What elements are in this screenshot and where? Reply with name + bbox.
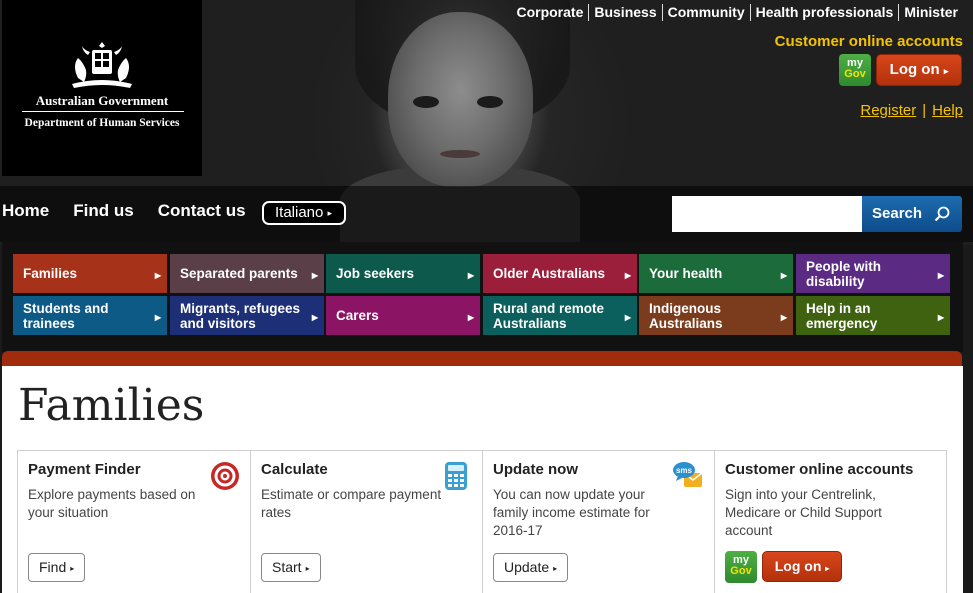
coat-of-arms-icon xyxy=(72,42,132,88)
help-link[interactable]: Help xyxy=(932,102,963,119)
chevron-right-icon: ▶ xyxy=(467,271,474,280)
chevron-right-icon: ▸ xyxy=(943,66,949,76)
card-text: Explore payments based on your situation xyxy=(28,487,196,520)
hero-photo-face xyxy=(388,12,533,187)
card-text: Sign into your Centrelink, Medicare or C… xyxy=(725,487,882,538)
chevron-right-icon: ▶ xyxy=(937,313,944,322)
card-customer-accounts: Customer online accounts Sign into your … xyxy=(714,451,946,593)
chevron-right-icon: ▶ xyxy=(154,313,161,322)
top-link-community[interactable]: Community xyxy=(661,4,750,21)
category-families[interactable]: Families ▶ xyxy=(13,254,167,293)
customer-accounts-title: Customer online accounts xyxy=(774,33,963,50)
svg-text:sms: sms xyxy=(676,466,693,475)
card-title: Payment Finder xyxy=(28,461,141,478)
chevron-right-icon: ▶ xyxy=(311,271,318,280)
card-title: Calculate xyxy=(261,461,328,478)
card-payment-finder: Payment Finder Explore payments based on… xyxy=(18,451,250,593)
language-button[interactable]: Italiano ▸ xyxy=(262,201,346,225)
card-update-now: Update now You can now update your famil… xyxy=(482,451,714,593)
chevron-right-icon: ▶ xyxy=(624,313,631,322)
header-logon-button[interactable]: Log on ▸ xyxy=(876,54,962,86)
calculator-icon xyxy=(445,462,467,490)
start-button[interactable]: Start ▸ xyxy=(261,553,321,582)
card-title: Customer online accounts xyxy=(725,461,914,478)
target-icon xyxy=(211,462,239,490)
category-indigenous-australians[interactable]: Indigenous Australians ▶ xyxy=(639,296,793,335)
search-icon xyxy=(934,206,950,222)
top-links: Corporate Business Community Health prof… xyxy=(511,4,963,21)
mygov-logo: my Gov xyxy=(725,551,757,583)
chevron-right-icon: ▶ xyxy=(937,271,944,280)
card-calculate: Calculate Estimate or compare payment ra… xyxy=(250,451,482,593)
category-students-and-trainees[interactable]: Students and trainees ▶ xyxy=(13,296,167,335)
top-link-health-professionals[interactable]: Health professionals xyxy=(749,4,899,21)
chevron-right-icon: ▶ xyxy=(780,271,787,280)
card-text: You can now update your family income es… xyxy=(493,487,650,538)
register-link[interactable]: Register xyxy=(860,102,916,119)
chevron-right-icon: ▶ xyxy=(311,313,318,322)
quick-links: Payment Finder Explore payments based on… xyxy=(17,450,947,593)
top-link-minister[interactable]: Minister xyxy=(898,4,963,21)
top-link-corporate[interactable]: Corporate xyxy=(511,4,588,21)
category-rural-and-remote-australians[interactable]: Rural and remote Australians ▶ xyxy=(483,296,637,335)
chevron-right-icon: ▸ xyxy=(305,564,310,573)
category-carers[interactable]: Carers ▶ xyxy=(326,296,480,335)
card-logon-button[interactable]: Log on ▸ xyxy=(762,551,842,582)
chevron-right-icon: ▸ xyxy=(70,564,75,573)
gov-name: Australian Government xyxy=(35,93,169,108)
nav-contact-us[interactable]: Contact us xyxy=(158,201,246,221)
update-button[interactable]: Update ▸ xyxy=(493,553,569,582)
category-your-health[interactable]: Your health ▶ xyxy=(639,254,793,293)
category-migrants-refugees-and-visitors[interactable]: Migrants, refugees and visitors ▶ xyxy=(170,296,324,335)
category-help-in-an-emergency[interactable]: Help in an emergency ▶ xyxy=(796,296,950,335)
category-job-seekers[interactable]: Job seekers ▶ xyxy=(326,254,480,293)
chevron-right-icon: ▶ xyxy=(624,271,631,280)
chevron-right-icon: ▶ xyxy=(154,271,161,280)
category-older-australians[interactable]: Older Australians ▶ xyxy=(483,254,637,293)
search-input[interactable] xyxy=(672,196,862,232)
find-button[interactable]: Find ▸ xyxy=(28,553,86,582)
chevron-right-icon: ▶ xyxy=(780,313,787,322)
sms-icon: sms xyxy=(673,462,703,487)
top-link-business[interactable]: Business xyxy=(588,4,661,21)
search-button[interactable]: Search xyxy=(862,196,962,232)
register-help-links: Register | Help xyxy=(860,102,963,119)
page-title: Families xyxy=(18,380,205,431)
gov-logo[interactable]: Australian Government Department of Huma… xyxy=(2,0,202,176)
category-separated-parents[interactable]: Separated parents ▶ xyxy=(170,254,324,293)
chevron-right-icon: ▶ xyxy=(467,313,474,322)
main-nav: Home Find us Contact us xyxy=(2,201,270,221)
mygov-logo: my Gov xyxy=(839,54,871,86)
chevron-right-icon: ▸ xyxy=(327,208,333,218)
chevron-right-icon: ▸ xyxy=(825,564,830,573)
card-text: Estimate or compare payment rates xyxy=(261,487,442,520)
category-people-with-disability[interactable]: People with disability ▶ xyxy=(796,254,950,293)
chevron-right-icon: ▸ xyxy=(553,564,558,573)
section-strip xyxy=(2,351,962,367)
nav-find-us[interactable]: Find us xyxy=(73,201,133,221)
nav-home[interactable]: Home xyxy=(2,201,49,221)
dept-name: Department of Human Services xyxy=(24,117,180,129)
